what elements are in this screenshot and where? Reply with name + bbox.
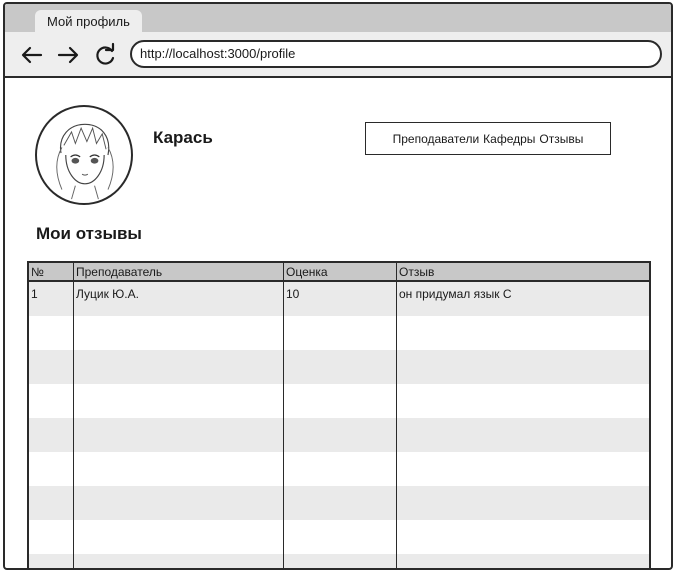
cell-num: 1 xyxy=(28,281,74,316)
cell-grade xyxy=(283,384,397,418)
table-row[interactable] xyxy=(28,350,650,384)
cell-teacher xyxy=(73,418,284,452)
table-row[interactable] xyxy=(28,486,650,520)
cell-teacher xyxy=(73,350,284,384)
reviews-table-body: 1 Луцик Ю.А. 10 он придумал язык С xyxy=(28,281,650,568)
browser-window: Мой профиль http://localhost:3000/profil… xyxy=(3,2,673,570)
cell-teacher xyxy=(73,384,284,418)
tab-profile[interactable]: Мой профиль xyxy=(35,10,142,32)
column-header-grade[interactable]: Оценка xyxy=(283,262,397,282)
cell-grade xyxy=(283,350,397,384)
profile-name: Карась xyxy=(153,128,213,147)
column-header-num[interactable]: № xyxy=(28,262,74,282)
cell-num xyxy=(28,350,74,384)
cell-grade xyxy=(283,520,397,554)
cell-review xyxy=(396,554,650,568)
cell-review xyxy=(396,350,650,384)
main-nav: Преподаватели Кафедры Отзывы xyxy=(365,122,611,155)
browser-chrome: Мой профиль http://localhost:3000/profil… xyxy=(5,4,671,78)
column-header-teacher[interactable]: Преподаватель xyxy=(73,262,284,282)
table-row[interactable] xyxy=(28,418,650,452)
nav-link-reviews[interactable]: Отзывы xyxy=(539,132,583,146)
cell-review xyxy=(396,486,650,520)
reload-icon[interactable] xyxy=(92,42,118,68)
cell-grade xyxy=(283,316,397,350)
cell-teacher xyxy=(73,520,284,554)
cell-teacher xyxy=(73,316,284,350)
cell-num xyxy=(28,418,74,452)
section-title: Мои отзывы xyxy=(36,224,142,243)
cell-review xyxy=(396,384,650,418)
cell-num xyxy=(28,316,74,350)
table-header-row: № Преподаватель Оценка Отзыв xyxy=(28,262,650,282)
cell-teacher: Луцик Ю.А. xyxy=(73,281,284,316)
cell-teacher xyxy=(73,554,284,568)
cell-grade xyxy=(283,452,397,486)
cell-num xyxy=(28,486,74,520)
cell-review xyxy=(396,520,650,554)
table-row[interactable] xyxy=(28,520,650,554)
cell-num xyxy=(28,384,74,418)
nav-link-teachers[interactable]: Преподаватели xyxy=(393,132,480,146)
table-row[interactable] xyxy=(28,554,650,568)
cell-review xyxy=(396,316,650,350)
cell-review: он придумал язык С xyxy=(396,281,650,316)
cell-teacher xyxy=(73,486,284,520)
cell-num xyxy=(28,554,74,568)
cell-teacher xyxy=(73,452,284,486)
url-input[interactable]: http://localhost:3000/profile xyxy=(130,40,662,68)
cell-grade xyxy=(283,554,397,568)
cell-grade xyxy=(283,418,397,452)
cell-num xyxy=(28,452,74,486)
avatar xyxy=(35,105,133,205)
cell-review xyxy=(396,452,650,486)
table-row[interactable]: 1 Луцик Ю.А. 10 он придумал язык С xyxy=(28,281,650,316)
arrow-right-icon[interactable] xyxy=(55,42,81,68)
table-row[interactable] xyxy=(28,452,650,486)
table-row[interactable] xyxy=(28,384,650,418)
arrow-left-icon[interactable] xyxy=(19,42,45,68)
anime-avatar-icon xyxy=(56,123,114,200)
table-row[interactable] xyxy=(28,316,650,350)
reviews-table: № Преподаватель Оценка Отзыв 1 Луцик Ю.А.… xyxy=(27,261,651,568)
nav-link-departments[interactable]: Кафедры xyxy=(483,132,535,146)
cell-grade xyxy=(283,486,397,520)
column-header-review[interactable]: Отзыв xyxy=(396,262,650,282)
cell-grade: 10 xyxy=(283,281,397,316)
cell-review xyxy=(396,418,650,452)
cell-num xyxy=(28,520,74,554)
